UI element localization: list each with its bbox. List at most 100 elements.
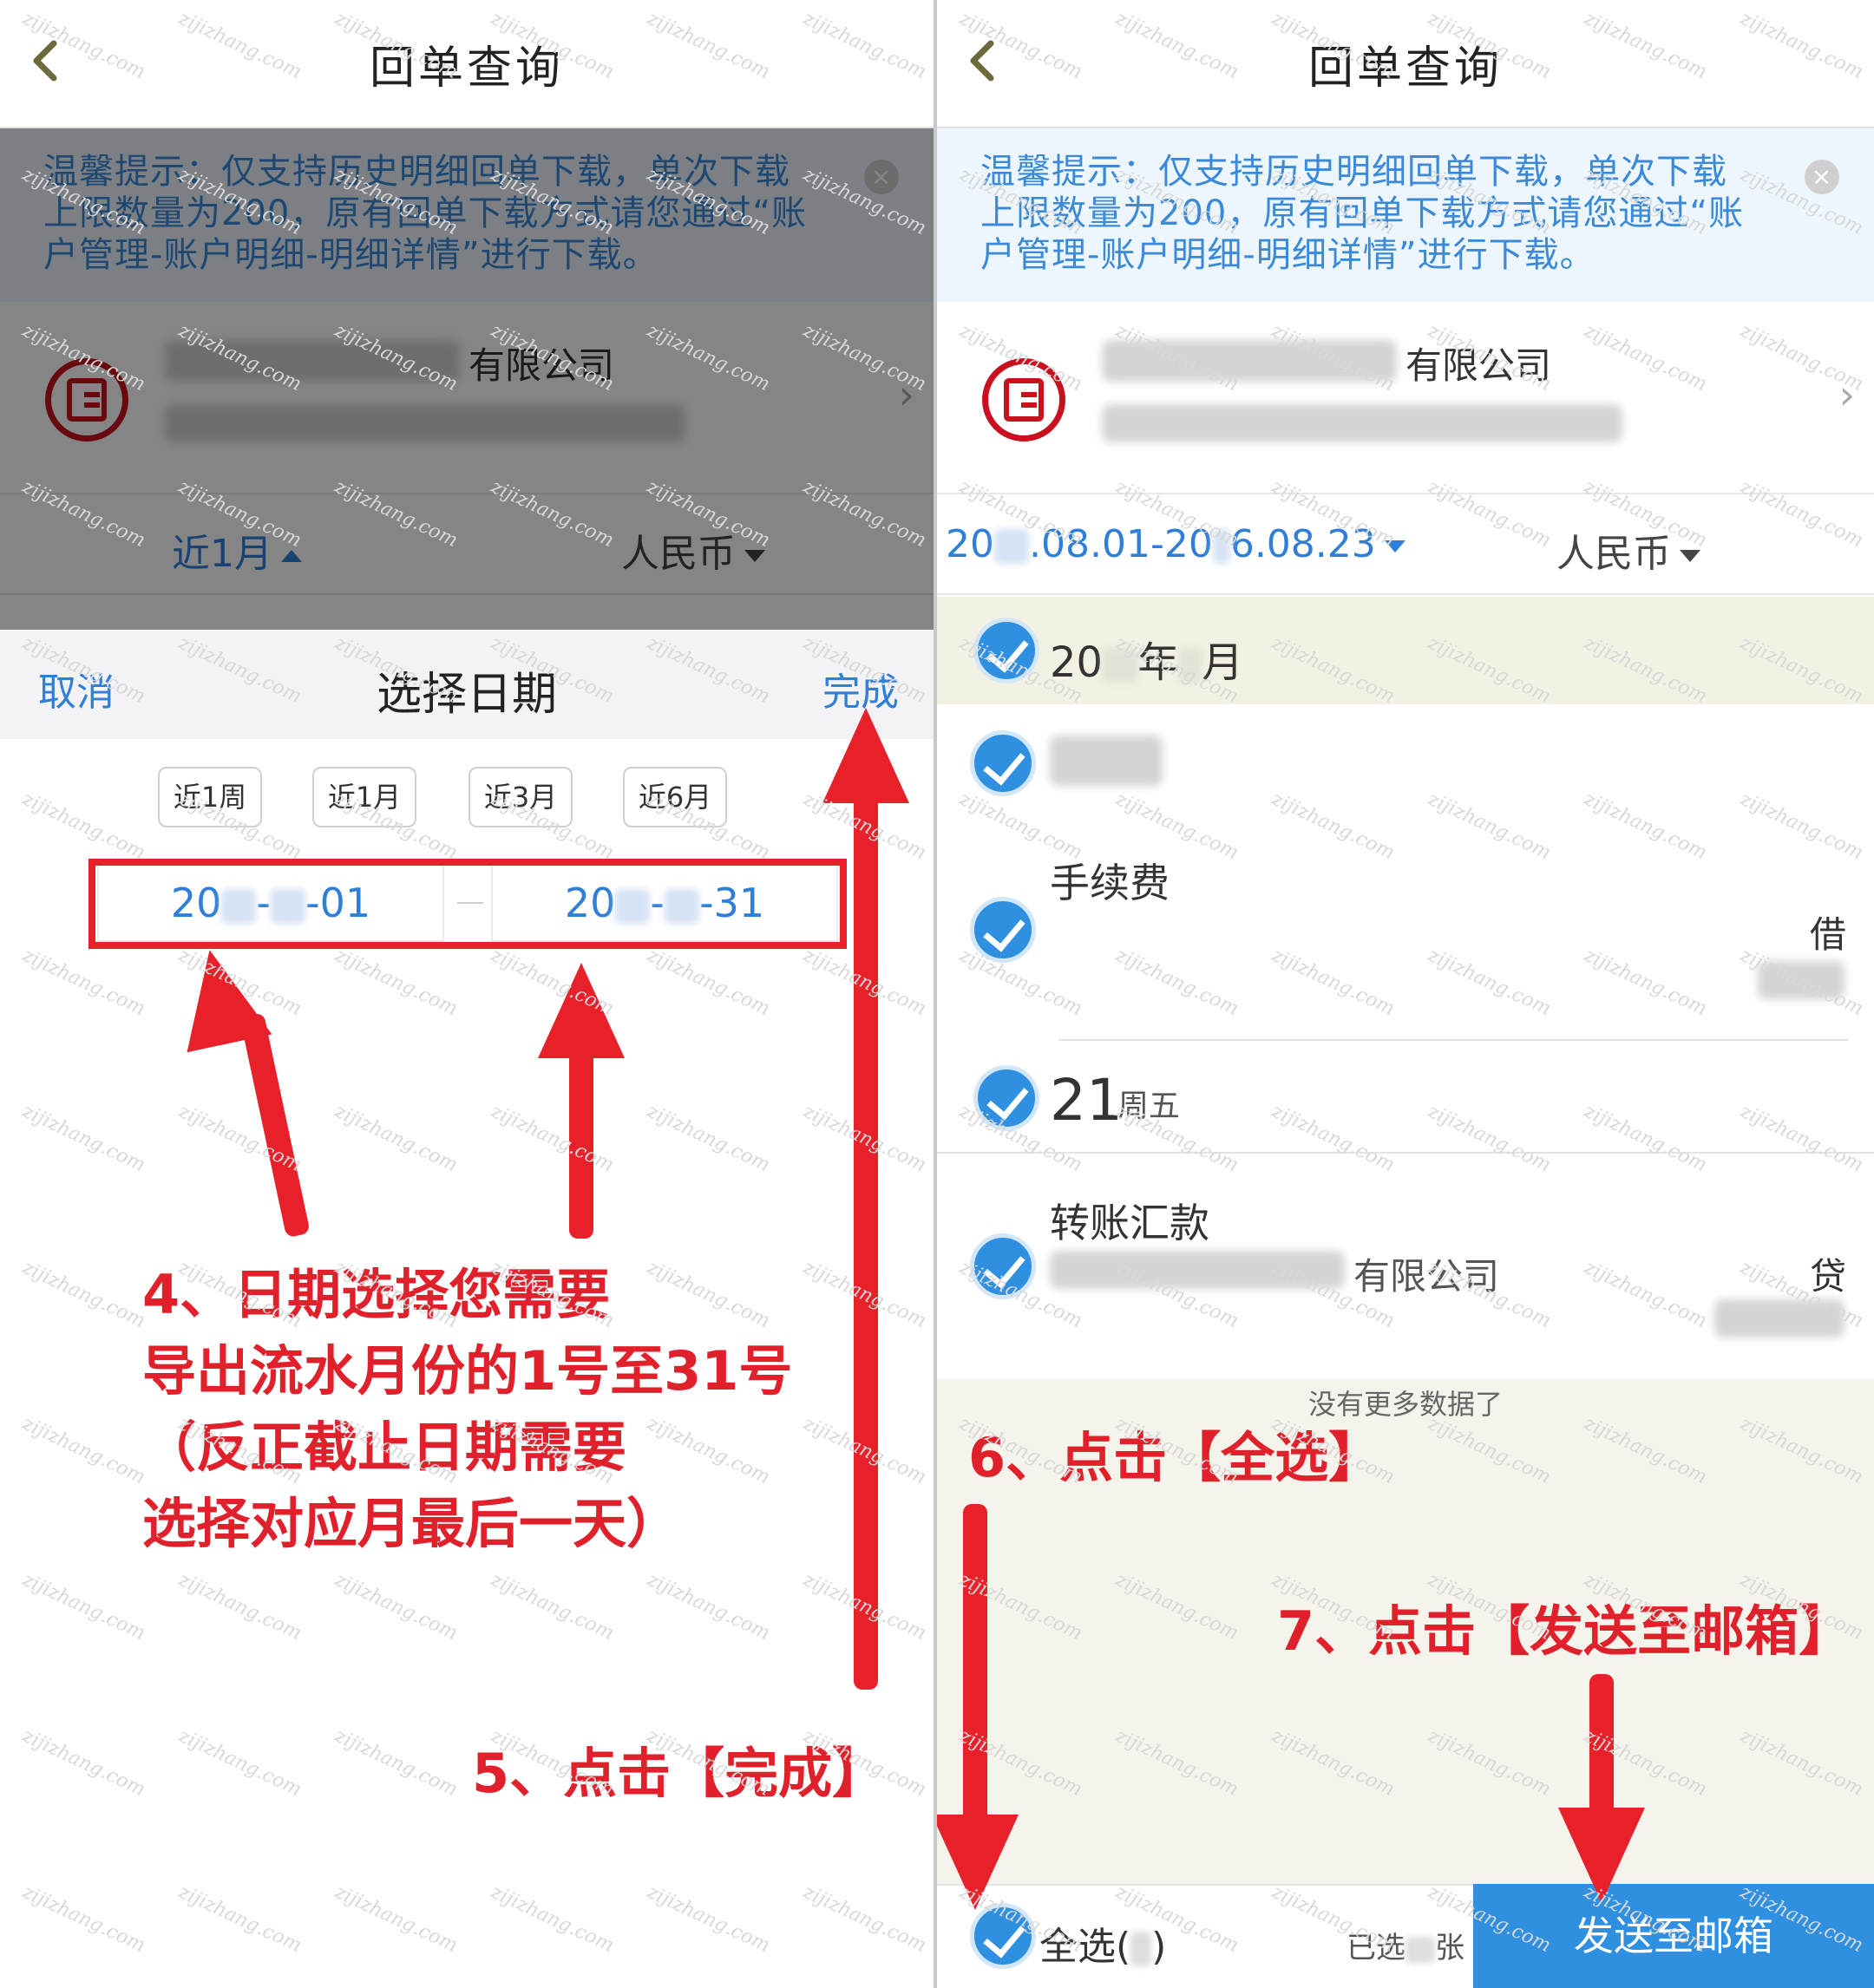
watermark-text: zijizhang.com bbox=[174, 1100, 305, 1177]
watermark-text: zijizhang.com bbox=[1111, 1724, 1242, 1802]
watermark-text: zijizhang.com bbox=[1111, 1880, 1242, 1958]
watermark-text: zijizhang.com bbox=[1580, 1568, 1711, 1645]
watermark-text: zijizhang.com bbox=[331, 475, 462, 553]
watermark-text: zijizhang.com bbox=[1268, 1568, 1399, 1645]
watermark-text: zijizhang.com bbox=[331, 163, 462, 240]
watermark-text: zijizhang.com bbox=[174, 631, 305, 709]
watermark-text: zijizhang.com bbox=[174, 1256, 305, 1333]
watermark-text: zijizhang.com bbox=[18, 1880, 149, 1958]
watermark-text: zijizhang.com bbox=[331, 788, 462, 865]
watermark-text: zijizhang.com bbox=[1268, 1724, 1399, 1802]
watermark-text: zijizhang.com bbox=[487, 788, 618, 865]
watermark-text: zijizhang.com bbox=[1580, 319, 1711, 396]
watermark-text: zijizhang.com bbox=[1424, 1412, 1555, 1489]
watermark-text: zijizhang.com bbox=[799, 1880, 930, 1958]
watermark-text: zijizhang.com bbox=[174, 1724, 305, 1802]
watermark-text: zijizhang.com bbox=[1580, 1412, 1711, 1489]
watermark-text: zijizhang.com bbox=[487, 1100, 618, 1177]
watermark-text: zijizhang.com bbox=[1424, 1256, 1555, 1333]
watermark-text: zijizhang.com bbox=[1424, 944, 1555, 1021]
watermark-text: zijizhang.com bbox=[1424, 1880, 1555, 1958]
watermark-text: zijizhang.com bbox=[174, 7, 305, 84]
watermark-text: zijizhang.com bbox=[1111, 475, 1242, 553]
watermark-text: zijizhang.com bbox=[331, 1568, 462, 1645]
watermark-text: zijizhang.com bbox=[331, 319, 462, 396]
watermark-text: zijizhang.com bbox=[1111, 163, 1242, 240]
watermark-text: zijizhang.com bbox=[331, 7, 462, 84]
watermark-text: zijizhang.com bbox=[1111, 631, 1242, 709]
watermark-text: zijizhang.com bbox=[331, 1724, 462, 1802]
watermark-text: zijizhang.com bbox=[487, 944, 618, 1021]
watermark-text: zijizhang.com bbox=[1736, 475, 1867, 553]
watermark-text: zijizhang.com bbox=[643, 1568, 774, 1645]
watermark-text: zijizhang.com bbox=[1736, 1100, 1867, 1177]
watermark-text: zijizhang.com bbox=[955, 788, 1086, 865]
watermark-text: zijizhang.com bbox=[174, 1412, 305, 1489]
watermark-text: zijizhang.com bbox=[643, 631, 774, 709]
watermark-text: zijizhang.com bbox=[1736, 631, 1867, 709]
watermark-text: zijizhang.com bbox=[1736, 944, 1867, 1021]
watermark-text: zijizhang.com bbox=[643, 788, 774, 865]
watermark-text: zijizhang.com bbox=[1580, 7, 1711, 84]
watermark-text: zijizhang.com bbox=[18, 788, 149, 865]
watermark-text: zijizhang.com bbox=[1268, 1412, 1399, 1489]
watermark-text: zijizhang.com bbox=[643, 1100, 774, 1177]
watermark-text: zijizhang.com bbox=[18, 944, 149, 1021]
watermark-text: zijizhang.com bbox=[955, 7, 1086, 84]
watermark-text: zijizhang.com bbox=[331, 631, 462, 709]
watermark-text: zijizhang.com bbox=[1268, 1880, 1399, 1958]
watermark-text: zijizhang.com bbox=[1424, 1100, 1555, 1177]
watermark-text: zijizhang.com bbox=[799, 163, 930, 240]
watermark-text: zijizhang.com bbox=[643, 475, 774, 553]
watermark-text: zijizhang.com bbox=[18, 7, 149, 84]
watermark-text: zijizhang.com bbox=[643, 319, 774, 396]
watermark-text: zijizhang.com bbox=[1268, 944, 1399, 1021]
watermark-text: zijizhang.com bbox=[1111, 319, 1242, 396]
watermark-text: zijizhang.com bbox=[174, 163, 305, 240]
watermark-text: zijizhang.com bbox=[799, 788, 930, 865]
watermark-text: zijizhang.com bbox=[1424, 1724, 1555, 1802]
watermark-text: zijizhang.com bbox=[955, 944, 1086, 1021]
watermark-text: zijizhang.com bbox=[799, 944, 930, 1021]
watermark-text: zijizhang.com bbox=[487, 1724, 618, 1802]
watermark-layer: zijizhang.com zijizhang.com zijizhang.com z… bbox=[0, 0, 1874, 1988]
watermark-text: zijizhang.com bbox=[487, 319, 618, 396]
watermark-text: zijizhang.com bbox=[955, 163, 1086, 240]
watermark-text: zijizhang.com bbox=[643, 7, 774, 84]
watermark-text: zijizhang.com bbox=[18, 475, 149, 553]
watermark-text: zijizhang.com bbox=[799, 631, 930, 709]
watermark-text: zijizhang.com bbox=[174, 1568, 305, 1645]
watermark-text: zijizhang.com bbox=[1580, 163, 1711, 240]
watermark-text: zijizhang.com bbox=[487, 631, 618, 709]
watermark-text: zijizhang.com bbox=[487, 7, 618, 84]
watermark-text: zijizhang.com bbox=[331, 1256, 462, 1333]
watermark-text: zijizhang.com bbox=[1736, 319, 1867, 396]
watermark-text: zijizhang.com bbox=[18, 1568, 149, 1645]
watermark-text: zijizhang.com bbox=[487, 163, 618, 240]
watermark-text: zijizhang.com bbox=[1111, 1568, 1242, 1645]
watermark-text: zijizhang.com bbox=[1268, 1256, 1399, 1333]
screenshot-root: 回单查询 温馨提示：仅支持历史明细回单下载，单次下载上限数量为200，原有回单下… bbox=[0, 0, 1874, 1988]
watermark-text: zijizhang.com bbox=[955, 1100, 1086, 1177]
watermark-text: zijizhang.com bbox=[1580, 1100, 1711, 1177]
watermark-text: zijizhang.com bbox=[643, 1256, 774, 1333]
watermark-text: zijizhang.com bbox=[1111, 788, 1242, 865]
watermark-text: zijizhang.com bbox=[174, 319, 305, 396]
watermark-text: zijizhang.com bbox=[955, 1412, 1086, 1489]
watermark-text: zijizhang.com bbox=[1736, 1880, 1867, 1958]
watermark-text: zijizhang.com bbox=[1424, 163, 1555, 240]
watermark-text: zijizhang.com bbox=[1424, 7, 1555, 84]
watermark-text: zijizhang.com bbox=[1580, 1880, 1711, 1958]
watermark-text: zijizhang.com bbox=[1111, 7, 1242, 84]
watermark-text: zijizhang.com bbox=[18, 1256, 149, 1333]
watermark-text: zijizhang.com bbox=[1580, 475, 1711, 553]
watermark-text: zijizhang.com bbox=[1111, 944, 1242, 1021]
watermark-text: zijizhang.com bbox=[174, 944, 305, 1021]
watermark-text: zijizhang.com bbox=[955, 1880, 1086, 1958]
watermark-text: zijizhang.com bbox=[799, 1412, 930, 1489]
watermark-text: zijizhang.com bbox=[955, 1568, 1086, 1645]
watermark-text: zijizhang.com bbox=[1424, 475, 1555, 553]
watermark-text: zijizhang.com bbox=[18, 1412, 149, 1489]
watermark-text: zijizhang.com bbox=[487, 1256, 618, 1333]
watermark-text: zijizhang.com bbox=[1268, 1100, 1399, 1177]
